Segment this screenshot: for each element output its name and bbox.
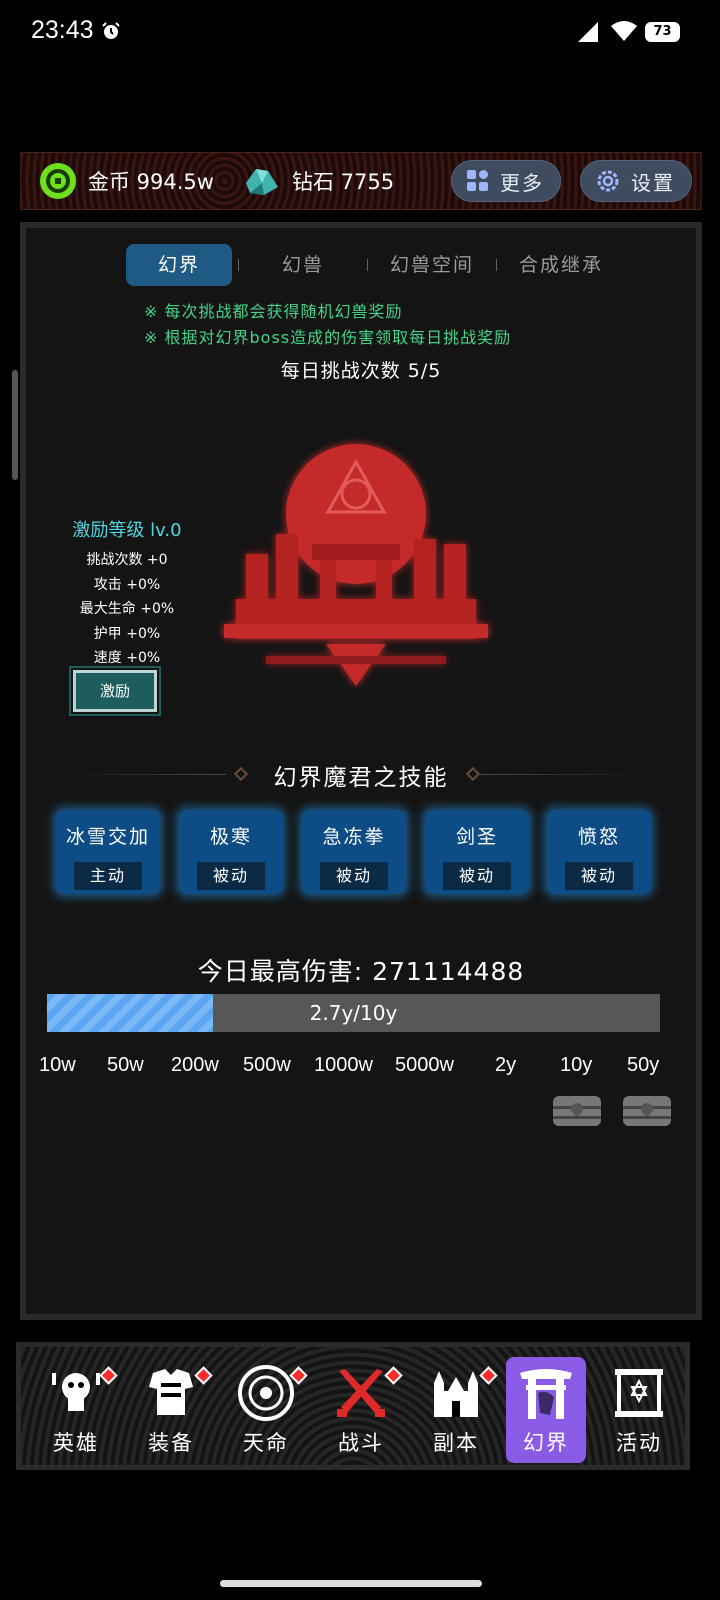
buff-button[interactable]: 激励 bbox=[69, 666, 161, 716]
armor-icon bbox=[149, 1369, 193, 1415]
nav-label: 天命 bbox=[243, 1431, 289, 1455]
apps-icon bbox=[467, 170, 488, 191]
skill-name: 极寒 bbox=[209, 826, 252, 848]
skill-name: 冰雪交加 bbox=[65, 826, 150, 848]
skill-card[interactable]: 剑圣 被动 bbox=[425, 810, 529, 894]
tab-divider bbox=[367, 259, 368, 271]
buff-stat: 挑战次数 +0 bbox=[86, 552, 168, 568]
battery-indicator: 73 bbox=[645, 22, 680, 42]
gem-icon bbox=[246, 169, 278, 195]
nav-item-dungeon[interactable]: 副本 bbox=[416, 1357, 498, 1463]
skill-type: 被动 bbox=[443, 862, 511, 890]
buff-level: 激励等级 lv.0 bbox=[72, 520, 182, 541]
progress-text: 2.7y/10y bbox=[309, 1001, 398, 1025]
tab-realm[interactable]: 幻界 bbox=[126, 244, 232, 286]
damage-progress-bar: 2.7y/10y bbox=[47, 994, 660, 1032]
buff-panel: 激励等级 lv.0 挑战次数 +0 攻击 +0% 最大生命 +0% 护甲 +0%… bbox=[52, 516, 202, 671]
milestone-label: 500w bbox=[243, 1054, 291, 1076]
skill-type: 被动 bbox=[320, 862, 388, 890]
tab-divider bbox=[496, 259, 497, 271]
fate-icon bbox=[238, 1365, 294, 1421]
skill-type: 主动 bbox=[74, 862, 142, 890]
locked-chest-icon[interactable] bbox=[551, 1090, 603, 1128]
skill-card[interactable]: 冰雪交加 主动 bbox=[56, 810, 160, 894]
more-button[interactable]: 更多 bbox=[451, 160, 561, 202]
milestone-label: 2y bbox=[495, 1054, 517, 1076]
buff-stat: 最大生命 +0% bbox=[79, 601, 175, 617]
gear-icon bbox=[597, 170, 619, 192]
scroll-icon bbox=[615, 1369, 663, 1417]
wifi-icon bbox=[611, 21, 637, 41]
max-damage-title: 今日最高伤害: 271114488 bbox=[197, 957, 525, 986]
tip-line: ※ 根据对幻界boss造成的伤害领取每日挑战奖励 bbox=[144, 328, 512, 347]
resource-bar: 金币 994.5w 钻石 7755 更多 设置 bbox=[20, 152, 702, 210]
nav-label: 副本 bbox=[433, 1431, 479, 1455]
nav-label: 战斗 bbox=[338, 1431, 384, 1455]
buff-stat: 攻击 +0% bbox=[93, 576, 161, 593]
status-bar: 23:43 73 bbox=[0, 0, 720, 66]
tab-bar: 幻界 幻兽 幻兽空间 合成继承 bbox=[126, 244, 619, 286]
locked-chest-icon[interactable] bbox=[621, 1090, 673, 1128]
more-label: 更多 bbox=[500, 170, 544, 195]
scroll-indicator bbox=[12, 370, 18, 480]
nav-label: 幻界 bbox=[523, 1431, 569, 1455]
tab-synthesis[interactable]: 合成继承 bbox=[503, 244, 619, 286]
boss-emblem-icon[interactable] bbox=[216, 424, 496, 714]
nav-label: 装备 bbox=[148, 1431, 194, 1455]
coin-label: 金币 994.5w bbox=[88, 170, 214, 194]
skill-name: 愤怒 bbox=[577, 826, 620, 848]
milestone-label: 200w bbox=[171, 1054, 219, 1076]
skill-name: 剑圣 bbox=[455, 826, 498, 848]
gate-icon bbox=[520, 1369, 572, 1419]
buff-stat: 速度 +0% bbox=[93, 650, 161, 666]
alarm-icon bbox=[102, 22, 120, 39]
skills-title: 幻界魔君之技能 bbox=[273, 765, 449, 791]
tab-divider bbox=[238, 259, 239, 271]
milestone-label: 50w bbox=[107, 1054, 144, 1076]
nav-item-realm[interactable]: 幻界 bbox=[506, 1357, 586, 1463]
skill-name: 急冻拳 bbox=[322, 826, 386, 848]
skill-type: 被动 bbox=[197, 862, 265, 890]
hero-icon bbox=[52, 1373, 100, 1411]
nav-label: 英雄 bbox=[53, 1431, 99, 1455]
castle-icon bbox=[434, 1371, 478, 1417]
nav-label: 活动 bbox=[616, 1431, 662, 1455]
signal-icon bbox=[578, 22, 598, 42]
crossed-swords-icon bbox=[337, 1369, 385, 1417]
skill-card[interactable]: 急冻拳 被动 bbox=[302, 810, 406, 894]
skill-card[interactable]: 极寒 被动 bbox=[179, 810, 283, 894]
milestone-label: 5000w bbox=[395, 1054, 454, 1076]
settings-button[interactable]: 设置 bbox=[580, 160, 692, 202]
tab-beast-space[interactable]: 幻兽空间 bbox=[374, 244, 490, 286]
milestone-label: 1000w bbox=[314, 1054, 373, 1076]
tab-beast[interactable]: 幻兽 bbox=[245, 244, 361, 286]
status-time: 23:43 bbox=[31, 16, 94, 44]
home-indicator[interactable] bbox=[220, 1580, 482, 1587]
nav-item-hero[interactable]: 英雄 bbox=[36, 1357, 118, 1463]
gem-label: 钻石 7755 bbox=[292, 170, 395, 194]
milestone-label: 10y bbox=[560, 1054, 593, 1076]
gem-balance: 钻石 7755 bbox=[242, 161, 394, 201]
divider-line bbox=[478, 774, 648, 775]
skill-type: 被动 bbox=[565, 862, 633, 890]
skill-card[interactable]: 愤怒 被动 bbox=[547, 810, 651, 894]
bottom-nav: 英雄 装备 天命 战斗 副本 幻界 活动 bbox=[16, 1342, 690, 1470]
main-panel: 幻界 幻兽 幻兽空间 合成继承 ※ 每次挑战都会获得随机幻兽奖励 ※ 根据对幻界… bbox=[20, 222, 702, 1320]
coin-balance: 金币 994.5w bbox=[38, 161, 214, 201]
milestone-label: 10w bbox=[39, 1054, 76, 1076]
nav-item-events[interactable]: 活动 bbox=[599, 1357, 679, 1463]
daily-challenge-count: 每日挑战次数 5/5 bbox=[280, 360, 442, 382]
nav-item-battle[interactable]: 战斗 bbox=[321, 1357, 403, 1463]
milestone-label: 50y bbox=[627, 1054, 660, 1076]
nav-item-equipment[interactable]: 装备 bbox=[131, 1357, 213, 1463]
buff-stat: 护甲 +0% bbox=[93, 625, 161, 642]
coin-icon bbox=[40, 163, 76, 199]
settings-label: 设置 bbox=[631, 170, 675, 195]
nav-item-fate[interactable]: 天命 bbox=[226, 1357, 308, 1463]
tip-line: ※ 每次挑战都会获得随机幻兽奖励 bbox=[144, 302, 403, 321]
